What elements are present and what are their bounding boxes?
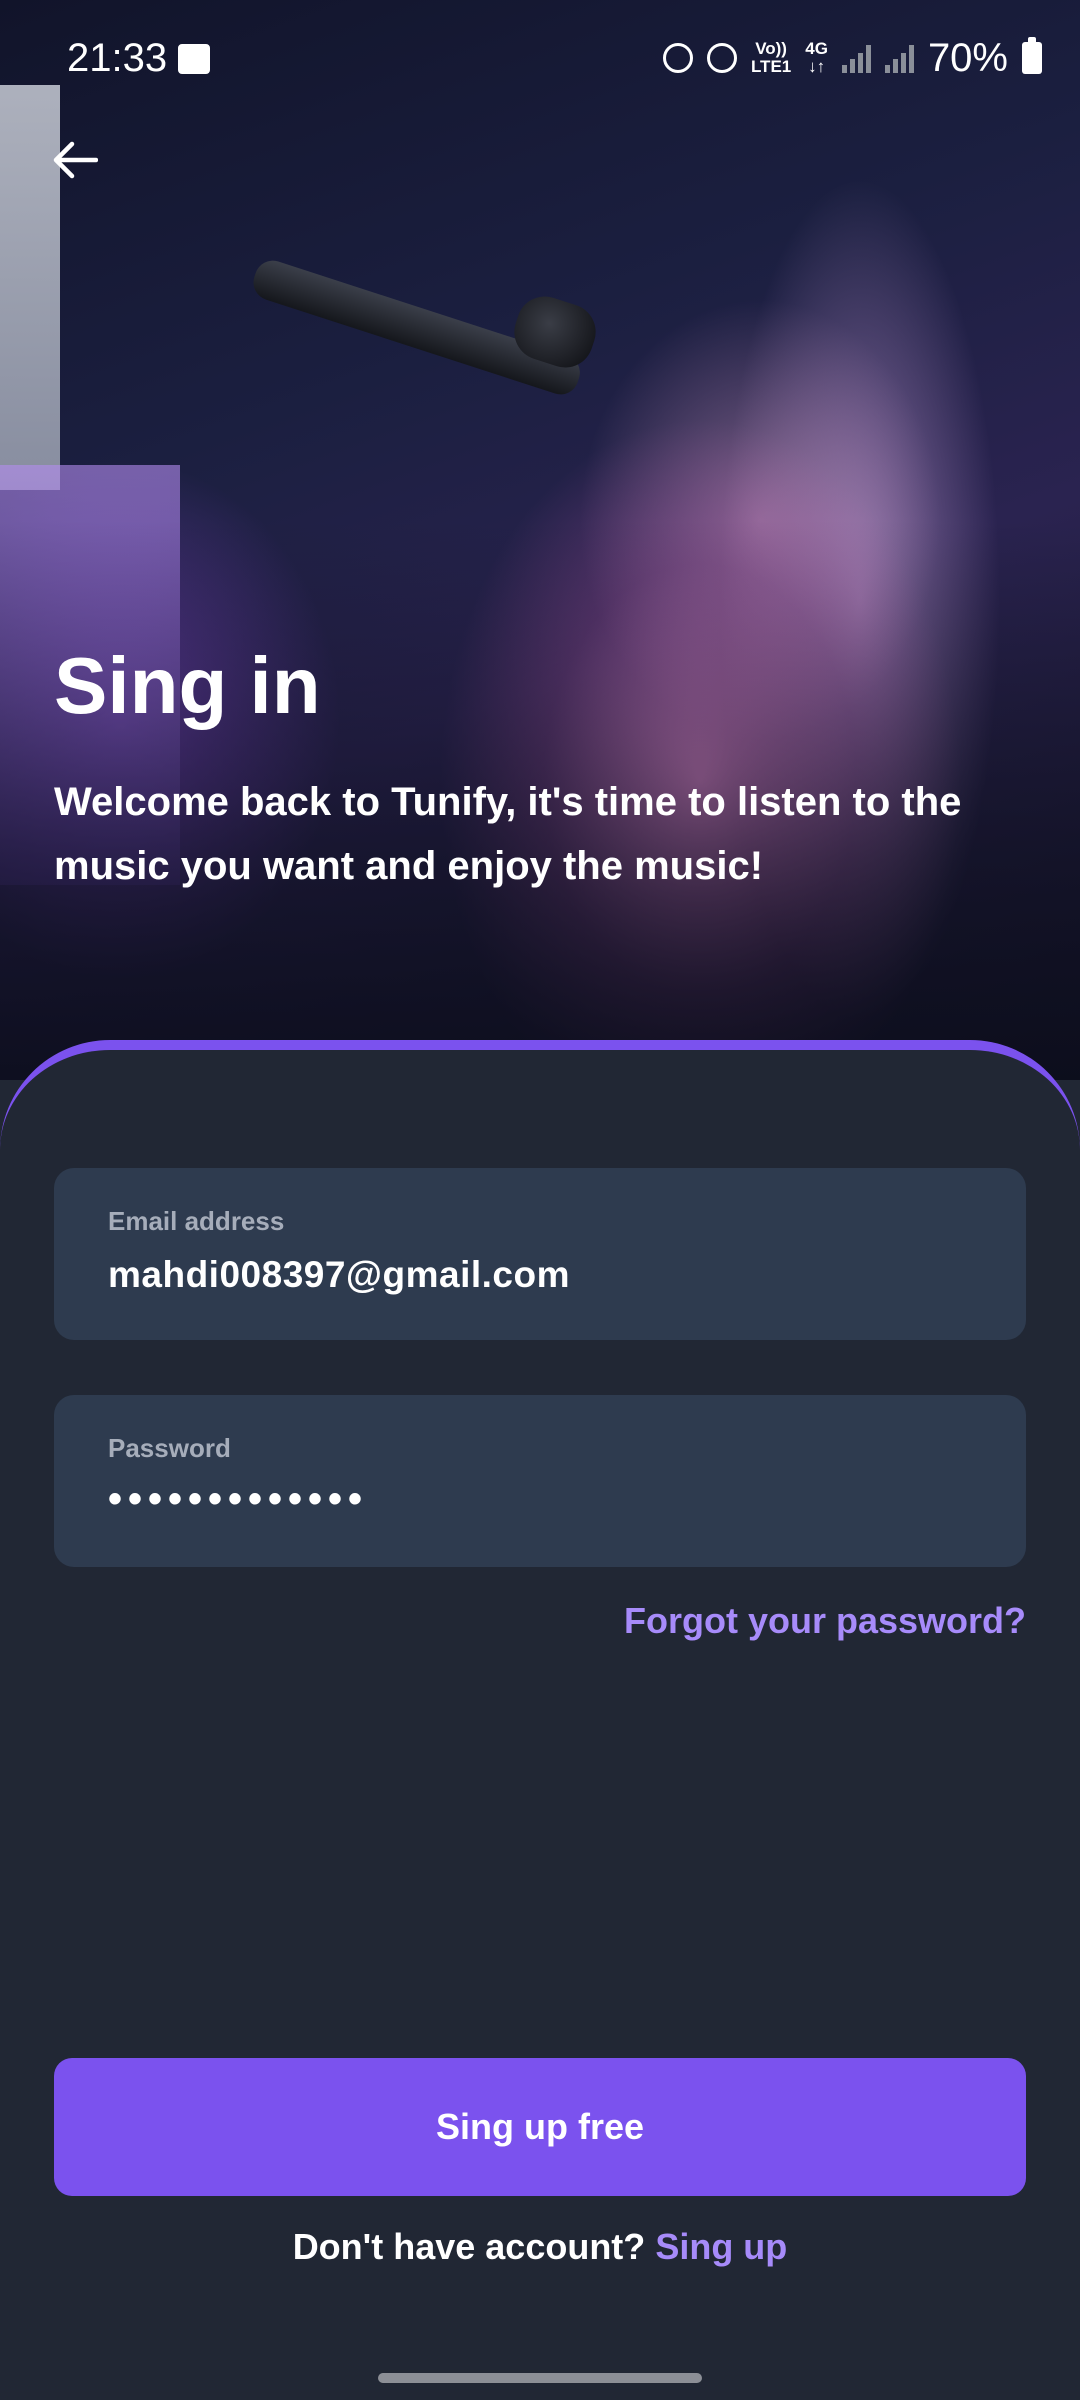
password-field[interactable]: Password ••••••••••••• [54, 1395, 1026, 1567]
battery-icon [1022, 37, 1042, 74]
volte-indicator: Vo)) LTE1 [751, 40, 791, 76]
forgot-password-link[interactable]: Forgot your password? [624, 1600, 1026, 1642]
alarm-icon [662, 43, 693, 73]
signal-strength-icon [841, 43, 871, 73]
password-label: Password [108, 1433, 231, 1463]
status-bar: 21:33 Vo)) LTE1 4G ↓↑ 70% [0, 0, 1080, 120]
signup-prompt: Don't have account? Sing up [0, 2226, 1080, 2268]
arrow-left-icon [53, 141, 98, 179]
email-field[interactable]: Email address mahdi008397@gmail.com [54, 1168, 1026, 1340]
data-type-label: 4G [805, 39, 828, 58]
sign-up-free-label: Sing up free [435, 2106, 645, 2147]
back-button[interactable] [45, 130, 105, 190]
page-title: Sing in [54, 641, 321, 730]
page-subtitle: Welcome back to Tunify, it's time to lis… [54, 780, 962, 888]
hotspot-icon [706, 43, 737, 73]
battery-percentage: 70% [927, 35, 1008, 80]
gallery-notification-icon [178, 44, 210, 74]
volte-label: Vo)) [755, 39, 787, 58]
sign-up-link[interactable]: Sing up [655, 2226, 787, 2267]
email-label: Email address [108, 1206, 285, 1236]
hero-image [0, 0, 1080, 1080]
status-icons: Vo)) LTE1 4G ↓↑ 70% [662, 30, 1042, 86]
sign-up-free-button[interactable]: Sing up free [54, 2058, 1026, 2196]
password-value: ••••••••••••• [108, 1477, 369, 1521]
status-time: 21:33 [67, 36, 168, 80]
data-arrows: ↓↑ [808, 57, 826, 76]
email-value: mahdi008397@gmail.com [108, 1254, 570, 1295]
signal-strength-icon-2 [884, 43, 914, 73]
data-indicator: 4G ↓↑ [805, 40, 828, 76]
no-account-text: Don't have account? [292, 2226, 646, 2267]
home-indicator[interactable] [378, 2373, 702, 2383]
lte-label: LTE1 [750, 57, 792, 76]
